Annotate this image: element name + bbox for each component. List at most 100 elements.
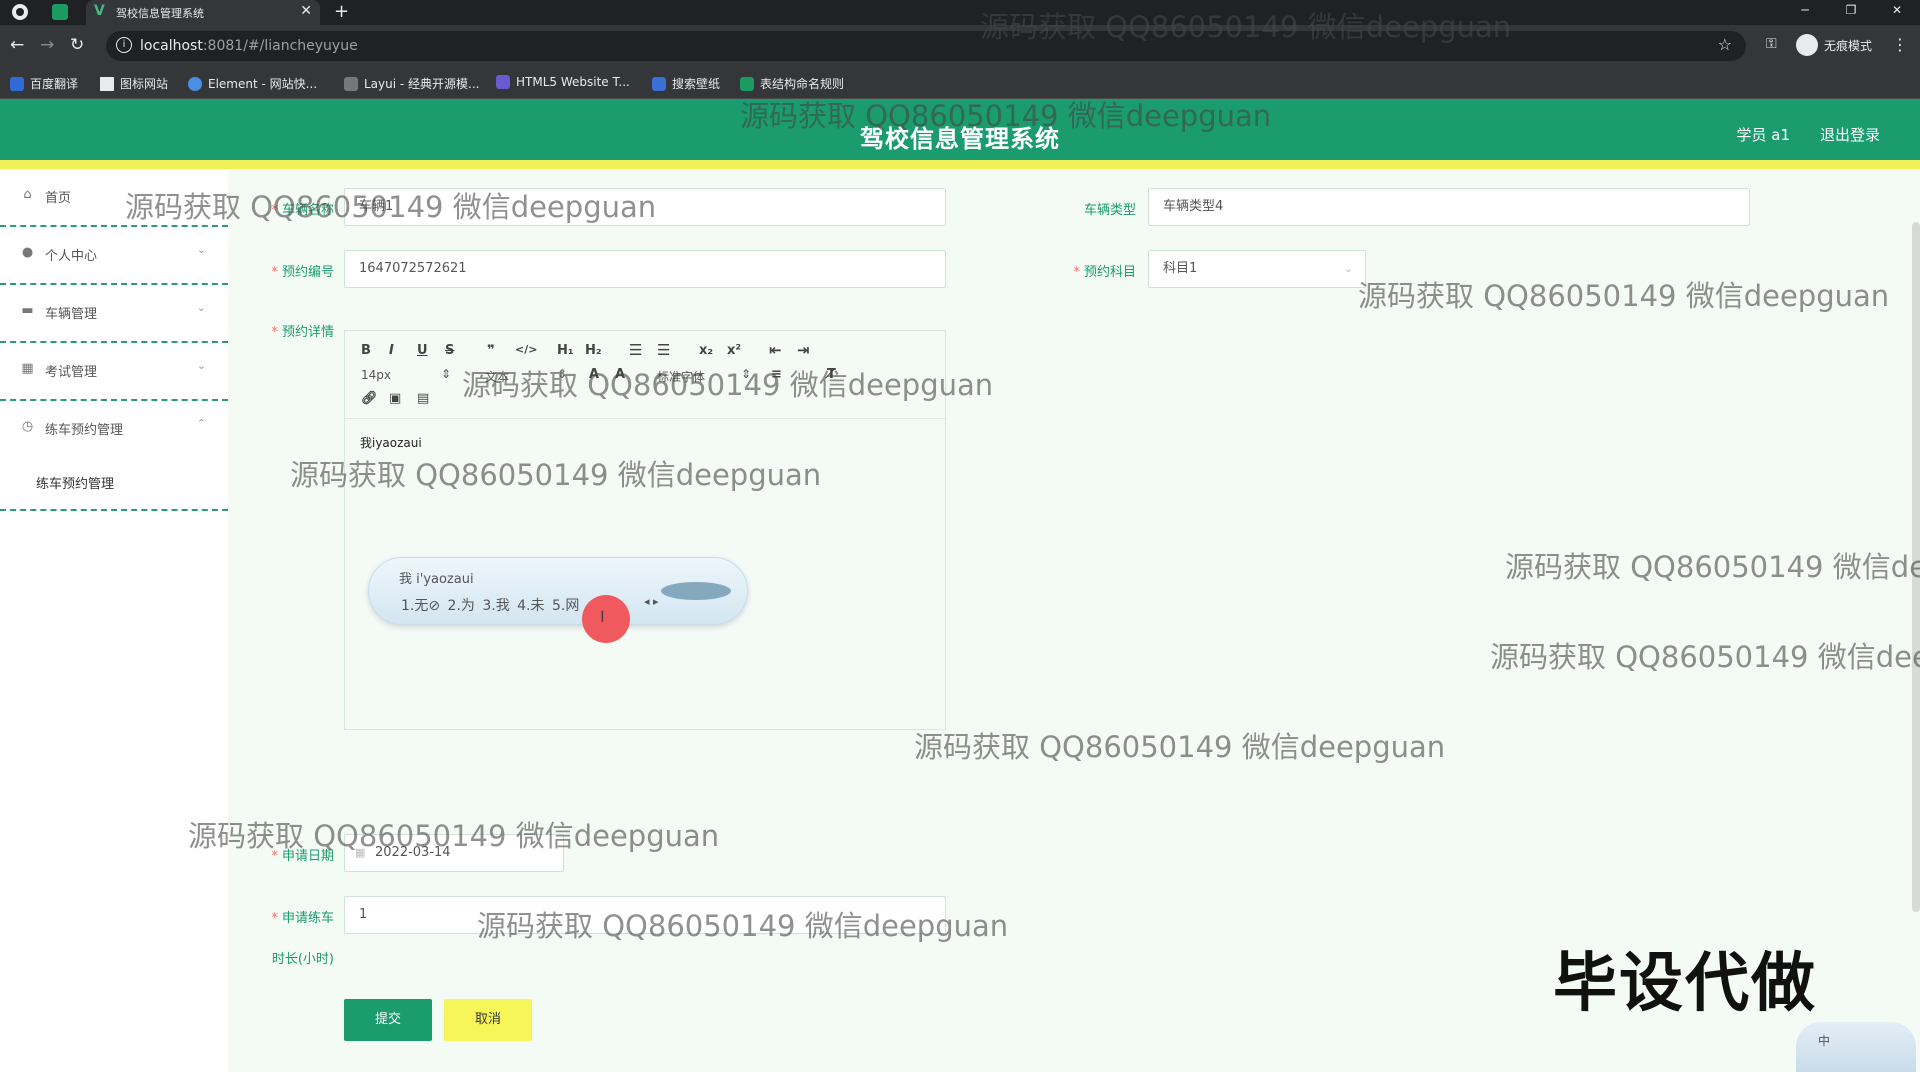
table-icon xyxy=(740,76,754,91)
sidebar-item-exams[interactable]: ▦ 考试管理 ⌄ xyxy=(0,343,228,401)
link-icon[interactable]: 🔗︎ xyxy=(361,391,378,406)
bookmark-label: 图标网站 xyxy=(120,77,169,91)
label-text: 预约编号 xyxy=(281,265,334,280)
ime-skin-decoration xyxy=(661,582,731,600)
subscript-icon[interactable]: x₂ xyxy=(699,343,713,358)
font-size-select[interactable]: 14px xyxy=(361,368,391,382)
wallpaper-icon xyxy=(652,76,666,91)
superscript-icon[interactable]: x² xyxy=(727,343,741,358)
subject-select[interactable]: 科目1 ⌄ xyxy=(1148,250,1366,288)
bookmark-star-icon[interactable]: ☆ xyxy=(1718,35,1732,54)
site-info-icon[interactable]: i xyxy=(116,37,132,53)
forward-icon[interactable]: → xyxy=(40,35,54,55)
sidebar: ⌂ 首页 ● 个人中心 ⌄ ▬ 车辆管理 ⌄ ▦ 考试管理 ⌄ ◷ 练车预约管理… xyxy=(0,169,228,1072)
ime-candidates[interactable]: 1.无⊘ 2.为 3.我 4.未 5.网 xyxy=(401,595,579,615)
reload-icon[interactable]: ↻ xyxy=(70,35,84,55)
strike-icon[interactable]: S xyxy=(445,343,454,358)
sidebar-item-profile[interactable]: ● 个人中心 ⌄ xyxy=(0,227,228,285)
text-cursor-icon: I xyxy=(600,607,605,626)
bookmark-item[interactable]: Layui - 经典开源模... xyxy=(344,75,479,92)
sidebar-item-label: 首页 xyxy=(45,191,72,206)
restore-icon[interactable]: ❐ xyxy=(1828,0,1874,25)
font-size-chevron-icon: ⇕ xyxy=(441,367,452,381)
promo-stamp: 毕设代做 xyxy=(1553,947,1817,1021)
element-icon xyxy=(188,76,202,91)
minimize-icon[interactable]: ─ xyxy=(1782,0,1828,25)
sidebar-item-label: 车辆管理 xyxy=(45,307,98,322)
outdent-icon[interactable]: ⇤ xyxy=(769,341,782,359)
italic-icon[interactable]: I xyxy=(389,343,394,358)
bookmark-label: 搜索壁纸 xyxy=(672,77,721,91)
grid-icon: ▦ xyxy=(21,361,34,376)
watermark: 源码获取 QQ86050149 微信deepguan xyxy=(290,458,822,492)
booking-no-label: * 预约编号 xyxy=(271,265,334,280)
bookmark-item[interactable]: HTML5 Website T... xyxy=(496,75,630,89)
watermark: 源码获取 QQ86050149 微信deepguan xyxy=(1505,550,1920,584)
bookmark-item[interactable]: 搜索壁纸 xyxy=(652,75,720,92)
url-host: localhost xyxy=(140,38,203,54)
pinned-tab-icon[interactable] xyxy=(52,4,68,20)
browser-app-icon[interactable] xyxy=(12,4,28,20)
url-path: :8081/#/liancheyuyue xyxy=(202,38,358,54)
chevron-down-icon: ⌄ xyxy=(196,359,206,372)
current-user: 学员 a1 xyxy=(1736,126,1790,144)
bookmark-item[interactable]: Element - 网站快... xyxy=(188,75,317,92)
close-window-icon[interactable]: ✕ xyxy=(1874,0,1920,25)
submit-button[interactable]: 提交 xyxy=(344,999,432,1041)
sidebar-item-vehicles[interactable]: ▬ 车辆管理 ⌄ xyxy=(0,285,228,343)
sidebar-item-label: 练车预约管理 xyxy=(45,423,124,438)
mouse-cursor-highlight: I xyxy=(582,595,630,643)
tab-close-icon[interactable]: ✕ xyxy=(300,3,312,19)
sidebar-item-label: 个人中心 xyxy=(45,249,98,264)
ime-mode-label: 中 xyxy=(1818,1034,1831,1048)
key-icon[interactable]: ⚿ xyxy=(1766,36,1777,52)
label-text: 预约详情 xyxy=(281,325,334,340)
underline-icon[interactable]: U xyxy=(417,343,428,358)
bookmark-label: Layui - 经典开源模... xyxy=(364,77,480,91)
booking-no-field[interactable]: 1647072572621 xyxy=(344,250,946,288)
watermark: 源码获取 QQ86050149 微信deepguan xyxy=(1358,279,1890,313)
logout-link[interactable]: 退出登录 xyxy=(1820,124,1880,145)
browser-menu-icon[interactable]: ⋮ xyxy=(1892,35,1908,54)
url-text: localhost:8081/#/liancheyuyue xyxy=(140,38,358,54)
sidebar-subitem-booking[interactable]: 练车预约管理 xyxy=(0,451,228,511)
car-icon: ▬ xyxy=(21,303,34,318)
quote-icon[interactable]: ❞ xyxy=(487,343,495,358)
image-icon[interactable]: ▣ xyxy=(389,391,401,406)
ime-status-widget[interactable]: 中 xyxy=(1796,1022,1916,1072)
bookmark-label: 百度翻译 xyxy=(30,77,79,91)
code-icon[interactable]: </> xyxy=(515,343,537,356)
editor-content[interactable]: 我iyaozaui xyxy=(360,434,422,451)
sidebar-item-label: 考试管理 xyxy=(45,365,98,380)
h2-icon[interactable]: H₂ xyxy=(585,343,602,358)
watermark: 源码获取 QQ86050149 微信deepguan xyxy=(462,368,994,402)
clock-icon: ◷ xyxy=(21,419,34,434)
hours-label: * 申请练车 xyxy=(271,911,334,926)
bookmark-item[interactable]: 表结构命名规则 xyxy=(740,75,844,92)
ime-candidate-window[interactable]: 我 i'yaozaui 1.无⊘ 2.为 3.我 4.未 5.网 ◂ ▸ xyxy=(368,557,748,625)
chevron-down-icon: ⌄ xyxy=(196,243,206,256)
browser-tab-bar: V 驾校信息管理系统 ✕ + ─ ❐ ✕ xyxy=(0,0,1920,25)
label-text: 申请练车 xyxy=(281,911,334,926)
incognito-icon xyxy=(1796,34,1818,56)
tab-title: 驾校信息管理系统 xyxy=(116,7,204,20)
cancel-button[interactable]: 取消 xyxy=(444,999,532,1041)
watermark: 源码获取 QQ86050149 微信deepguan xyxy=(125,190,657,224)
bookmark-item[interactable]: 百度翻译 xyxy=(10,75,78,92)
ime-pager-icon[interactable]: ◂ ▸ xyxy=(644,595,659,608)
new-tab-icon[interactable]: + xyxy=(334,1,349,22)
back-icon[interactable]: ← xyxy=(10,35,24,55)
ordered-list-icon[interactable]: ☰ xyxy=(629,341,642,359)
watermark: 源码获取 QQ86050149 微信deepguan xyxy=(477,909,1009,943)
incognito-indicator[interactable]: 无痕模式 xyxy=(1796,34,1872,56)
video-icon[interactable]: ▤ xyxy=(417,391,429,406)
bookmark-item[interactable]: 图标网站 xyxy=(100,75,168,92)
hours-label-unit: 时长(小时) xyxy=(271,952,334,967)
vehicle-type-field[interactable]: 车辆类型4 xyxy=(1148,188,1750,226)
h1-icon[interactable]: H₁ xyxy=(557,343,574,358)
bold-icon[interactable]: B xyxy=(361,343,371,358)
bullet-list-icon[interactable]: ☰ xyxy=(657,341,670,359)
indent-icon[interactable]: ⇥ xyxy=(797,341,810,359)
subject-label: * 预约科目 xyxy=(1073,265,1136,280)
browser-tab[interactable]: V 驾校信息管理系统 ✕ xyxy=(86,0,320,25)
